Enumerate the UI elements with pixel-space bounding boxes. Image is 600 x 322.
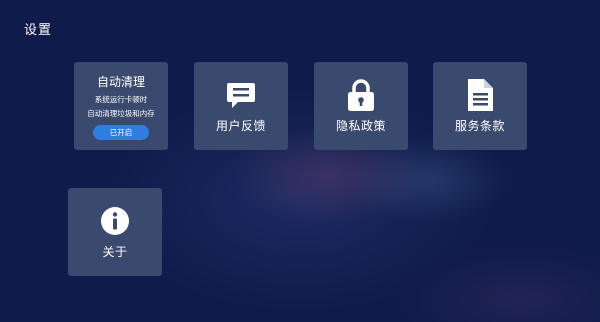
auto-clean-tile[interactable]: 自动清理 系统运行卡顿时 自动清理垃圾和内存 已开启 <box>74 62 168 150</box>
auto-clean-toggle-button[interactable]: 已开启 <box>93 124 149 140</box>
page-title: 设置 <box>24 23 53 38</box>
lock-icon <box>346 78 376 112</box>
about-tile[interactable]: 关于 <box>68 188 162 276</box>
terms-of-service-label: 服务条款 <box>454 119 505 133</box>
privacy-policy-label: 隐私政策 <box>335 119 386 133</box>
auto-clean-desc-line2: 自动清理垃圾和内存 <box>87 108 155 118</box>
terms-of-service-tile[interactable]: 服务条款 <box>433 62 527 150</box>
chat-message-icon <box>226 78 256 112</box>
auto-clean-title: 自动清理 <box>96 74 145 89</box>
privacy-policy-tile[interactable]: 隐私政策 <box>314 62 408 150</box>
info-icon <box>100 204 130 238</box>
about-label: 关于 <box>102 245 128 259</box>
feedback-label: 用户反馈 <box>215 119 266 133</box>
auto-clean-desc-line1: 系统运行卡顿时 <box>94 94 148 104</box>
feedback-tile[interactable]: 用户反馈 <box>194 62 288 150</box>
document-icon <box>465 78 495 112</box>
